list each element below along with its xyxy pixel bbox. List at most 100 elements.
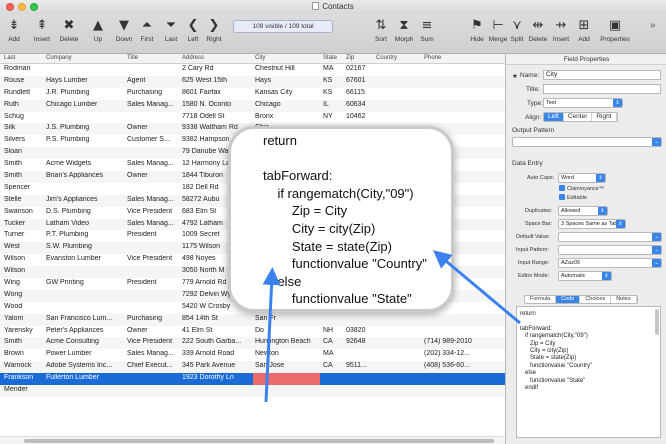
table-cell[interactable]: Wood <box>4 303 46 310</box>
table-row[interactable]: Brown Power Lumber Sales Manag... 339 Arnol… <box>0 349 505 361</box>
table-cell[interactable]: Chestnut Hill <box>255 65 322 72</box>
table-cell[interactable]: Owner <box>127 172 181 179</box>
align-right-option[interactable]: Right <box>592 113 617 121</box>
name-field[interactable]: City <box>543 70 661 80</box>
table-cell[interactable]: Rodman <box>4 65 46 72</box>
table-cell[interactable]: Brown <box>4 350 46 357</box>
table-cell[interactable]: Wilson <box>4 255 46 262</box>
column-header-address[interactable]: Address <box>182 55 204 61</box>
table-cell[interactable]: Rouse <box>4 77 46 84</box>
table-row[interactable]: Yalom San Francisco Lum... Purchasing 854 1… <box>0 313 505 326</box>
table-cell[interactable]: Sales Manag... <box>127 160 181 167</box>
table-cell[interactable]: IL <box>323 101 345 108</box>
table-cell[interactable]: Fullerton Lumber <box>46 374 126 381</box>
table-cell[interactable]: Silk <box>4 124 46 131</box>
table-cell[interactable]: Rundlett <box>4 89 46 96</box>
editable-checkbox[interactable]: Editable <box>559 194 587 201</box>
column-header-phone[interactable]: Phone <box>424 55 441 61</box>
table-cell[interactable]: Purchasing <box>127 315 181 322</box>
table-cell[interactable]: Stelle <box>4 196 46 203</box>
right-button[interactable]: ❯ Right <box>203 16 225 43</box>
table-cell[interactable]: 2 Cary Rd <box>182 65 254 72</box>
table-cell[interactable]: Sales Manag... <box>127 196 181 203</box>
align-center-option[interactable]: Center <box>564 113 593 121</box>
table-cell[interactable]: West <box>4 243 46 250</box>
table-cell[interactable]: Acme Widgets <box>46 160 126 167</box>
type-select[interactable]: Text ⇕ <box>543 98 623 108</box>
table-cell[interactable]: Smith <box>4 338 46 345</box>
table-cell[interactable]: 67601 <box>346 77 376 84</box>
input-pattern-field[interactable]: ⌄ <box>558 245 662 255</box>
table-cell[interactable]: Vice President <box>127 208 181 215</box>
table-cell[interactable]: Yarensky <box>4 327 46 334</box>
column-header-country[interactable]: Country <box>376 55 397 61</box>
table-cell[interactable]: Adobe Systems Inc... <box>46 362 126 369</box>
table-cell[interactable]: P.T. Plumbing <box>46 231 126 238</box>
tab-code[interactable]: Code <box>556 296 581 303</box>
column-header-state[interactable]: State <box>323 55 337 61</box>
space-bar-select[interactable]: 3 Spaces Same as Tab ⇕ <box>558 219 626 229</box>
table-cell[interactable]: NH <box>323 327 345 334</box>
table-cell[interactable]: 9511... <box>346 362 376 369</box>
table-cell[interactable]: 1923 Dorothy Ln <box>182 374 254 381</box>
insert-col-button[interactable]: ⇸ Insert <box>550 16 572 43</box>
table-cell[interactable]: (202) 334-12... <box>424 350 504 357</box>
table-cell[interactable]: Acme Consulting <box>46 338 126 345</box>
table-cell[interactable]: NY <box>323 113 345 120</box>
table-row[interactable]: Ruth Chicago Lumber Sales Manag... 1580 N. … <box>0 99 505 112</box>
table-cell[interactable]: Newton <box>255 350 322 357</box>
active-city-cell[interactable] <box>253 373 320 386</box>
table-cell[interactable]: 10462 <box>346 113 376 120</box>
output-pattern-select[interactable]: ⌄ <box>512 137 662 147</box>
table-cell[interactable]: 345 Park Avenue <box>182 362 254 369</box>
table-cell[interactable]: Huntington Beach <box>255 338 322 345</box>
table-cell[interactable]: Vice President <box>127 338 181 345</box>
sum-button[interactable]: ≡ Sum <box>416 16 438 43</box>
table-cell[interactable]: Tucker <box>4 220 46 227</box>
properties-button[interactable]: ▣ Properties <box>598 16 632 43</box>
insert-button[interactable]: ⇞ Insert <box>31 16 53 43</box>
left-button[interactable]: ❮ Left <box>182 16 204 43</box>
table-cell[interactable]: MA <box>323 350 345 357</box>
sort-button[interactable]: ⇅ Sort <box>370 16 392 43</box>
tab-notes[interactable]: Notes <box>611 296 637 303</box>
align-segmented-control[interactable]: Left Center Right <box>543 112 618 122</box>
table-cell[interactable]: Wing <box>4 279 46 286</box>
auto-caps-select[interactable]: Word ⇕ <box>558 173 606 183</box>
table-cell[interactable]: 8601 Fairfax <box>182 89 254 96</box>
table-cell[interactable]: 7718 Odell St <box>182 113 254 120</box>
table-cell[interactable]: Hays <box>255 77 322 84</box>
table-cell[interactable]: 92648 <box>346 338 376 345</box>
table-cell[interactable]: (408) 536-60... <box>424 362 504 369</box>
table-row[interactable]: Rouse Hays Lumber Agent 625 West 15th Hays KS… <box>0 75 505 88</box>
table-cell[interactable]: Schug <box>4 113 46 120</box>
table-cell[interactable]: Hays Lumber <box>46 77 126 84</box>
table-cell[interactable]: 854 14th St <box>182 315 254 322</box>
table-cell[interactable]: San Francisco Lum... <box>46 315 126 322</box>
table-cell[interactable]: Latham Video <box>46 220 126 227</box>
align-left-option[interactable]: Left <box>544 113 564 121</box>
table-cell[interactable]: KS <box>323 89 345 96</box>
tab-choices[interactable]: Choices <box>580 296 612 303</box>
table-cell[interactable]: President <box>127 231 181 238</box>
table-cell[interactable]: President <box>127 279 181 286</box>
table-cell[interactable]: CA <box>323 338 345 345</box>
last-button[interactable]: ⏷ Last <box>160 16 182 43</box>
column-header-last[interactable]: Last <box>4 55 15 61</box>
table-row[interactable]: Mender <box>0 385 505 397</box>
table-cell[interactable]: Sloan <box>4 148 46 155</box>
table-cell[interactable]: Owner <box>127 327 181 334</box>
code-scrollbar[interactable] <box>655 309 659 335</box>
duplicates-select[interactable]: Allowed ⇕ <box>558 206 608 216</box>
table-cell[interactable]: Brian's Appliances <box>46 172 126 179</box>
first-button[interactable]: ⏶ First <box>136 16 158 43</box>
table-cell[interactable]: Customer S... <box>127 136 181 143</box>
tab-formula[interactable]: Formula <box>525 296 557 303</box>
table-cell[interactable]: Wong <box>4 291 46 298</box>
table-cell[interactable]: Purchasing <box>127 89 181 96</box>
horizontal-scrollbar[interactable] <box>0 436 505 444</box>
table-cell[interactable]: 66115 <box>346 89 376 96</box>
table-cell[interactable]: D.S. Plumbing <box>46 208 126 215</box>
table-cell[interactable]: Yalom <box>4 315 46 322</box>
table-row[interactable]: Rodman 2 Cary Rd Chestnut Hill MA 02167 <box>0 64 505 76</box>
